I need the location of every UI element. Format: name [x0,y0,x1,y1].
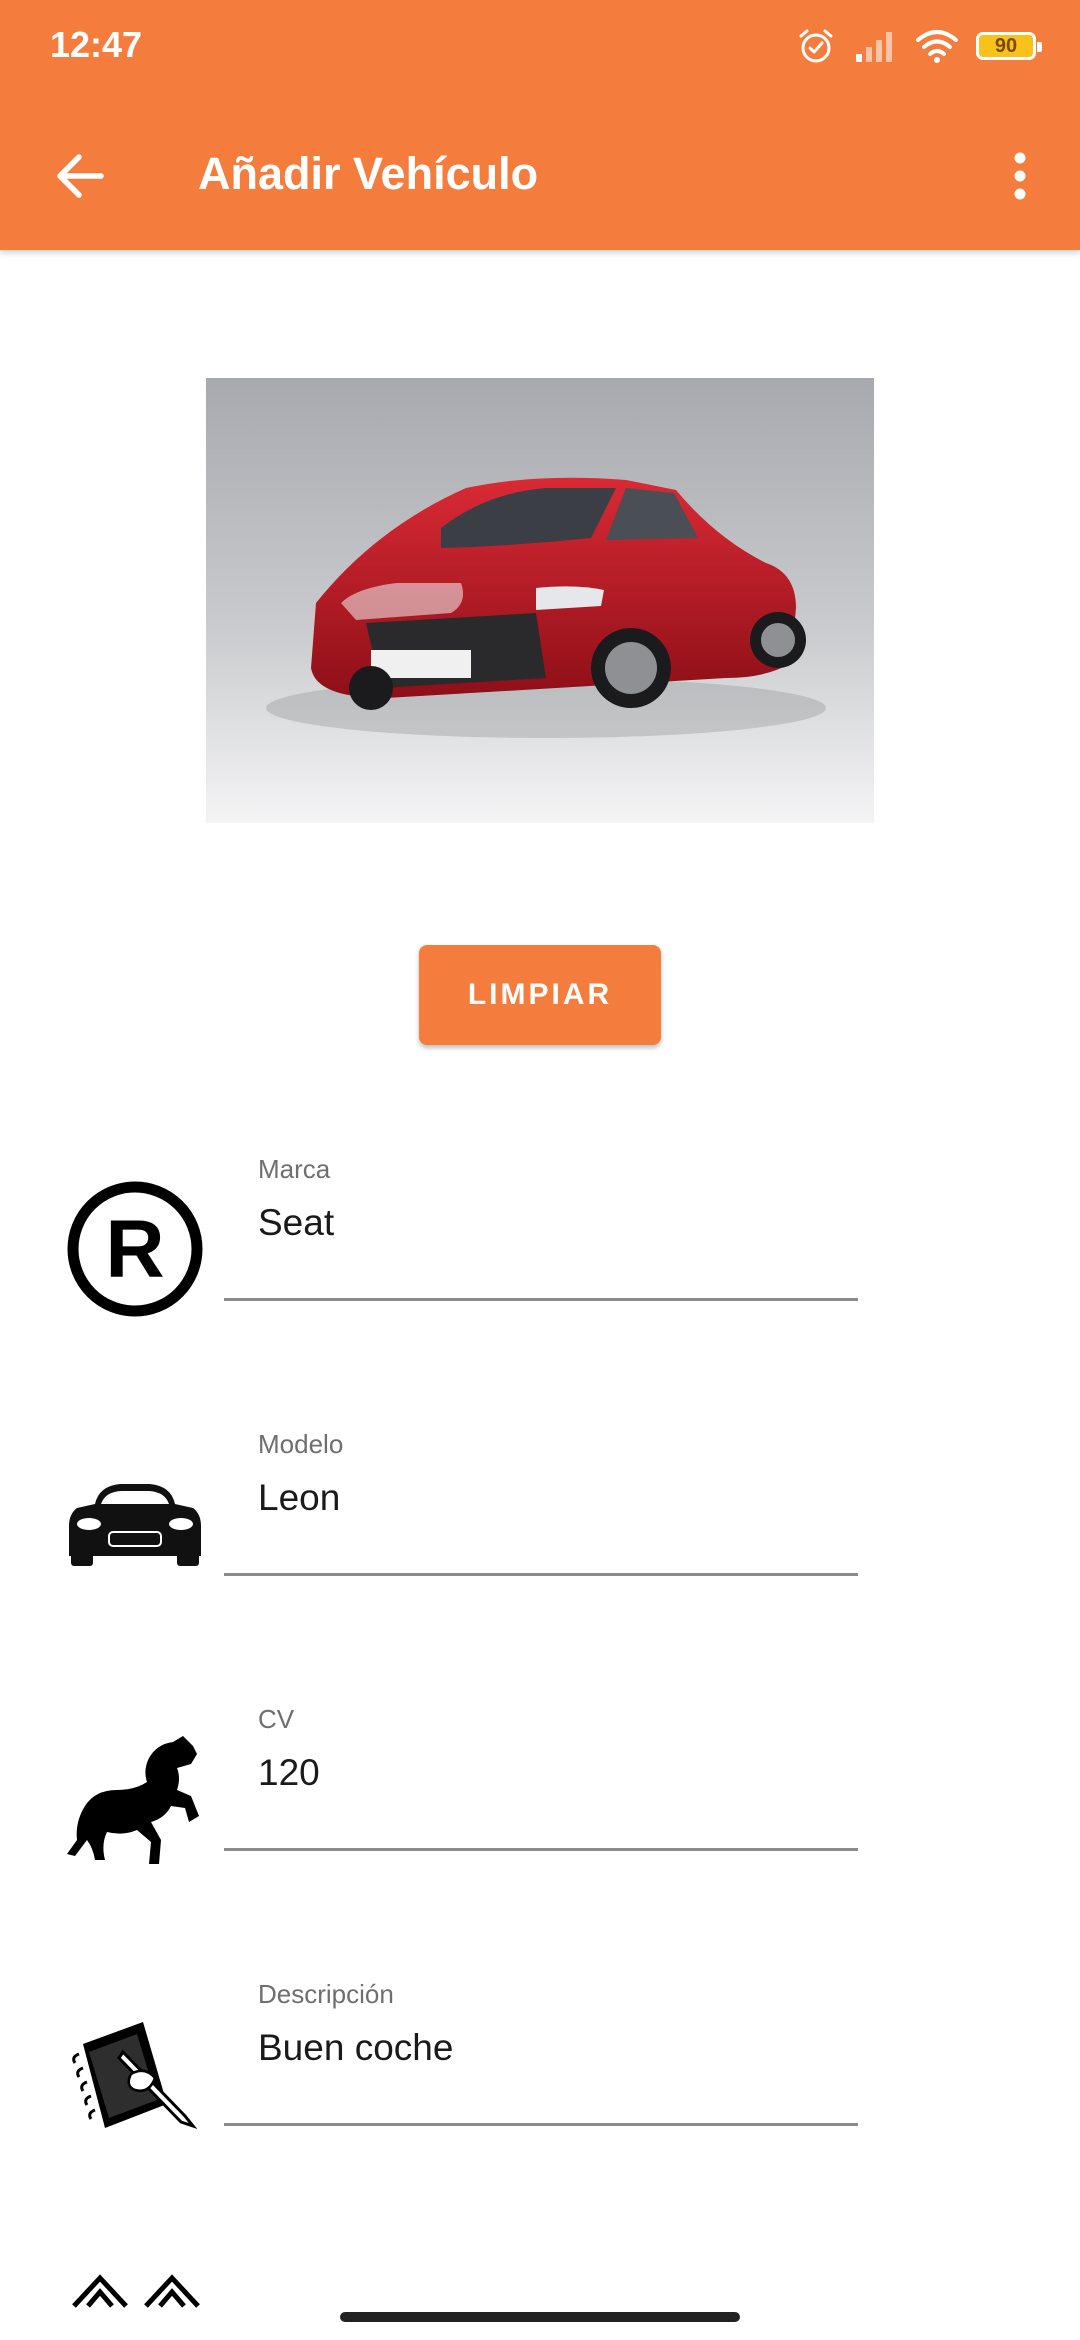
model-label: Modelo [258,1429,344,1459]
brand-label: Marca [258,1154,331,1184]
notebook-pencil-icon [62,2001,207,2146]
svg-text:R: R [105,1204,164,1295]
overflow-menu-button[interactable] [984,136,1056,216]
car-front-icon [62,1451,207,1596]
red-car-photo [206,378,874,823]
status-icons: 90 [796,26,1042,66]
vehicle-image[interactable] [206,378,874,823]
arrow-left-icon [57,154,104,198]
description-input[interactable]: Descripción Buen coche [224,1973,858,2126]
registered-trademark-icon: R [62,1176,207,1321]
description-field-row: Descripción Buen coche [0,1973,1080,2173]
clear-button[interactable]: LIMPIAR [419,945,661,1045]
model-input[interactable]: Modelo Leon [224,1423,858,1576]
horsepower-input[interactable]: CV 120 [224,1698,858,1851]
model-field-row: Modelo Leon [0,1423,1080,1623]
brand-field-row: R Marca Seat [0,1148,1080,1348]
horsepower-label: CV [258,1704,295,1734]
home-indicator[interactable] [340,2312,740,2322]
description-label: Descripción [258,1979,394,2009]
toolbar: Añadir Vehículo [0,110,1080,240]
brand-input[interactable]: Marca Seat [224,1148,858,1301]
status-bar: 12:47 90 [0,0,1080,90]
horsepower-field-row: CV 120 [0,1698,1080,1898]
brand-value[interactable]: Seat [258,1202,334,1244]
alarm-icon [799,29,833,63]
wifi-icon [916,30,958,63]
horse-icon [62,1726,207,1871]
page-title: Añadir Vehículo [198,148,539,199]
status-time: 12:47 [50,24,143,65]
horsepower-value[interactable]: 120 [258,1752,320,1794]
signal-icon [856,32,892,62]
battery-icon: 90 [976,32,1042,60]
mountain-icon [70,2270,210,2310]
app-bar: 12:47 90 Añadir Vehículo [0,0,1080,250]
model-value[interactable]: Leon [258,1477,340,1519]
description-value[interactable]: Buen coche [258,2027,453,2069]
back-button[interactable] [40,136,120,216]
more-vert-icon [1014,152,1026,200]
battery-level: 90 [994,34,1018,57]
